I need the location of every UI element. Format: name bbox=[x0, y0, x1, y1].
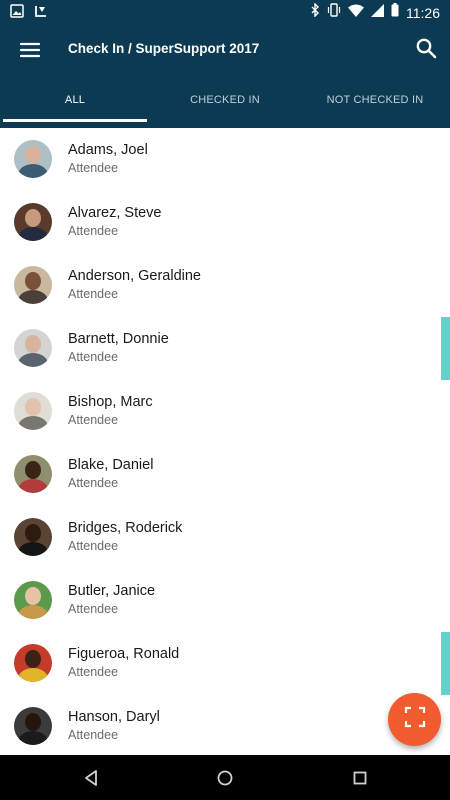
filter-tabs: ALL CHECKED IN NOT CHECKED IN bbox=[0, 86, 450, 128]
wifi-icon bbox=[348, 4, 364, 22]
attendee-name: Anderson, Geraldine bbox=[68, 268, 201, 284]
list-item[interactable]: Figueroa, Ronald Attendee bbox=[0, 632, 450, 695]
status-bar: 11:26 bbox=[0, 0, 450, 24]
attendee-name: Bridges, Roderick bbox=[68, 520, 183, 536]
attendee-name: Hanson, Daryl bbox=[68, 709, 160, 725]
search-icon bbox=[414, 38, 438, 64]
avatar bbox=[14, 581, 52, 619]
menu-button[interactable] bbox=[18, 38, 42, 62]
recents-icon bbox=[348, 771, 372, 794]
attendee-role: Attendee bbox=[68, 161, 119, 175]
scan-button[interactable] bbox=[388, 693, 441, 746]
download-notification-icon bbox=[34, 4, 48, 23]
list-item[interactable]: Blake, Daniel Attendee bbox=[0, 443, 450, 506]
menu-icon bbox=[18, 42, 42, 66]
tab-all[interactable]: ALL bbox=[0, 86, 150, 128]
back-button[interactable] bbox=[79, 766, 103, 790]
attendee-role: Attendee bbox=[68, 287, 119, 301]
attendee-role: Attendee bbox=[68, 602, 119, 616]
avatar bbox=[14, 644, 52, 682]
vibrate-icon bbox=[327, 3, 341, 22]
avatar bbox=[14, 203, 52, 241]
attendee-name: Alvarez, Steve bbox=[68, 205, 162, 221]
avatar bbox=[14, 455, 52, 493]
list-item[interactable]: Anderson, Geraldine Attendee bbox=[0, 254, 450, 317]
attendee-role: Attendee bbox=[68, 224, 119, 238]
attendee-role: Attendee bbox=[68, 476, 119, 490]
tab-checked-in[interactable]: CHECKED IN bbox=[150, 86, 300, 128]
avatar bbox=[14, 140, 52, 178]
scroll-marker bbox=[441, 632, 450, 695]
scroll-marker bbox=[441, 317, 450, 380]
avatar bbox=[14, 266, 52, 304]
attendee-role: Attendee bbox=[68, 728, 119, 742]
attendee-name: Bishop, Marc bbox=[68, 394, 153, 410]
recents-button[interactable] bbox=[348, 766, 372, 790]
avatar bbox=[14, 392, 52, 430]
attendee-role: Attendee bbox=[68, 665, 119, 679]
home-icon bbox=[213, 770, 237, 794]
attendee-role: Attendee bbox=[68, 413, 119, 427]
system-nav-bar bbox=[0, 755, 450, 800]
app-bar: Check In / SuperSupport 2017 ALL CHECKED… bbox=[0, 24, 450, 128]
list-item[interactable]: Alvarez, Steve Attendee bbox=[0, 191, 450, 254]
avatar bbox=[14, 707, 52, 745]
bluetooth-icon bbox=[310, 2, 320, 22]
avatar bbox=[14, 329, 52, 367]
list-item[interactable]: Barnett, Donnie Attendee bbox=[0, 317, 450, 380]
scan-qr-icon bbox=[404, 706, 426, 733]
attendee-name: Barnett, Donnie bbox=[68, 331, 169, 347]
list-item[interactable]: Hanson, Daryl Attendee bbox=[0, 695, 450, 755]
list-item[interactable]: Bishop, Marc Attendee bbox=[0, 380, 450, 443]
tab-not-checked-in[interactable]: NOT CHECKED IN bbox=[300, 86, 450, 128]
avatar bbox=[14, 518, 52, 556]
list-item[interactable]: Butler, Janice Attendee bbox=[0, 569, 450, 632]
signal-icon bbox=[371, 3, 384, 22]
image-notification-icon bbox=[10, 4, 24, 23]
attendee-name: Figueroa, Ronald bbox=[68, 646, 180, 662]
list-item[interactable]: Bridges, Roderick Attendee bbox=[0, 506, 450, 569]
list-item[interactable]: Adams, Joel Attendee bbox=[0, 128, 450, 191]
attendee-name: Blake, Daniel bbox=[68, 457, 154, 473]
battery-icon bbox=[391, 3, 399, 22]
attendee-role: Attendee bbox=[68, 539, 119, 553]
attendee-list: Adams, Joel Attendee Alvarez, Steve Atte… bbox=[0, 128, 450, 755]
attendee-role: Attendee bbox=[68, 350, 119, 364]
home-button[interactable] bbox=[213, 766, 237, 790]
back-icon bbox=[79, 770, 103, 794]
page-title: Check In / SuperSupport 2017 bbox=[68, 41, 260, 56]
attendee-name: Adams, Joel bbox=[68, 142, 148, 158]
attendee-name: Butler, Janice bbox=[68, 583, 156, 599]
search-button[interactable] bbox=[414, 36, 440, 62]
status-time: 11:26 bbox=[406, 4, 440, 21]
